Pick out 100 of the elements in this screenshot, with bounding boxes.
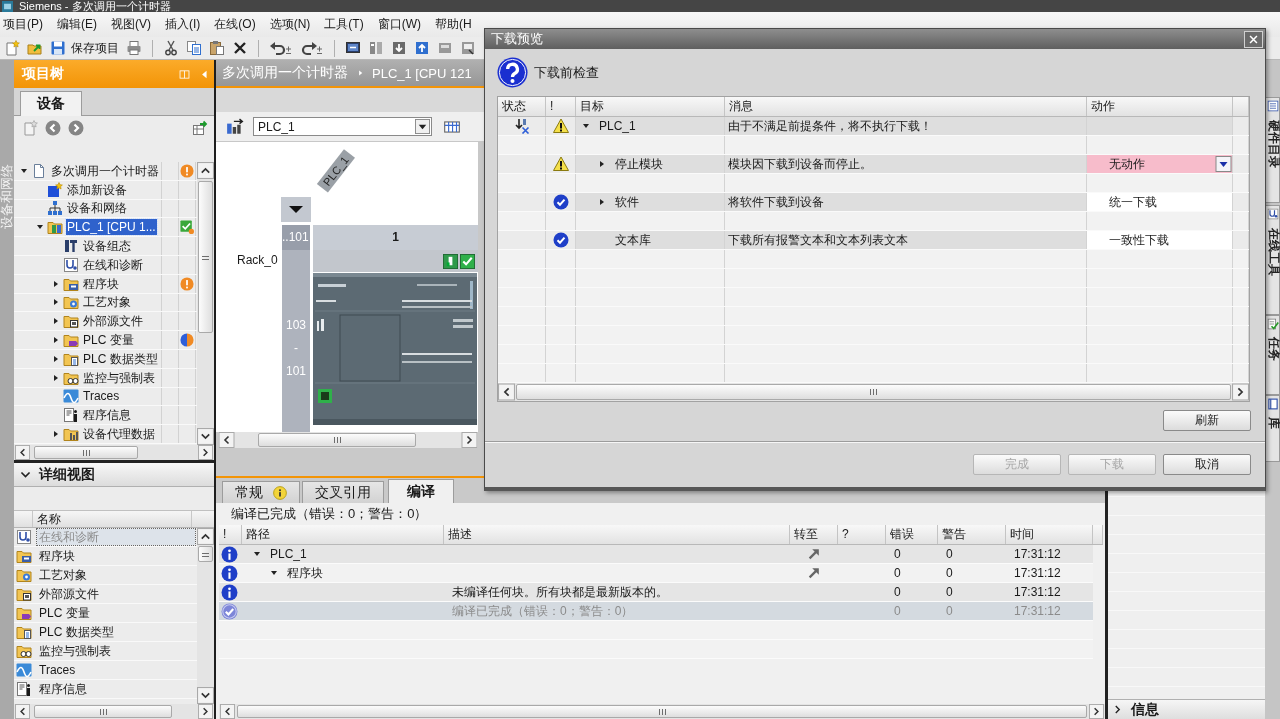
details-item[interactable]: 程序信息 (37, 681, 89, 697)
close-button[interactable] (1244, 30, 1263, 48)
tab[interactable]: 交叉引用 (302, 481, 384, 503)
column-header[interactable]: 目标 (576, 97, 725, 116)
upload-icon[interactable] (414, 40, 430, 56)
tree-item[interactable]: 程序信息 (82, 407, 132, 424)
collapsed-arrow-icon[interactable] (598, 198, 606, 206)
message-row[interactable]: PLC_1 0 0 17:31:12 (219, 545, 1093, 564)
message-row[interactable]: 未编译任何块。所有块都是最新版本的。 0 0 17:31:12 (219, 583, 1093, 602)
collapsed-arrow-icon[interactable] (52, 317, 60, 326)
scrollbar-thumb[interactable] (198, 546, 213, 562)
tree-item[interactable]: 设备代理数据 (82, 426, 156, 443)
column-header[interactable]: 状态 (498, 97, 546, 116)
info-section-header[interactable]: 信息 (1108, 699, 1265, 719)
action-select[interactable]: 统一下载 (1087, 193, 1233, 211)
tree-item[interactable]: 添加新设备 (66, 181, 128, 198)
tree-item[interactable]: 程序块 (82, 275, 120, 292)
goto-arrow-icon[interactable] (807, 566, 821, 580)
scroll-left-button[interactable] (219, 704, 236, 719)
scroll-down-button[interactable] (197, 687, 214, 704)
column-header[interactable]: 转至 (790, 525, 838, 544)
message-row[interactable]: 程序块 0 0 17:31:12 (219, 564, 1093, 583)
scroll-right-button[interactable] (461, 432, 478, 448)
scroll-left-button[interactable] (218, 432, 235, 448)
tree-item[interactable]: PLC 变量 (82, 332, 135, 349)
horizontal-scrollbar[interactable] (498, 383, 1249, 401)
horizontal-scrollbar[interactable] (219, 704, 1105, 719)
menu-item[interactable]: 选项(N) (269, 16, 311, 33)
scroll-left-button[interactable] (498, 383, 515, 401)
menu-item[interactable]: 视图(V) (111, 16, 151, 33)
save-project-button[interactable]: 保存项目 (50, 39, 119, 57)
column-header[interactable]: ! (546, 97, 576, 116)
column-header[interactable]: ? (838, 525, 886, 544)
scrollbar-thumb[interactable] (237, 705, 1087, 718)
scroll-down-button[interactable] (197, 428, 214, 445)
collapsed-arrow-icon[interactable] (52, 373, 60, 382)
tree-item[interactable]: 监控与强制表 (82, 369, 156, 386)
details-item[interactable]: PLC 数据类型 (37, 624, 116, 640)
download-icon[interactable] (391, 40, 407, 56)
scroll-right-button[interactable] (1088, 704, 1105, 719)
rack-collapse-button[interactable] (281, 197, 311, 222)
menu-item[interactable]: 插入(I) (165, 16, 201, 33)
horizontal-scrollbar[interactable] (218, 432, 478, 448)
forward-icon[interactable] (68, 120, 84, 136)
collapsed-arrow-icon[interactable] (52, 298, 60, 307)
scrollbar-thumb[interactable] (258, 433, 416, 447)
tree-item[interactable]: 外部源文件 (82, 313, 144, 330)
menu-item[interactable]: 在线(O) (214, 16, 256, 33)
horizontal-scrollbar[interactable] (14, 445, 214, 460)
column-header[interactable]: 动作 (1087, 97, 1233, 116)
tree-item[interactable]: 工艺对象 (82, 294, 132, 311)
device-icon[interactable] (460, 40, 476, 56)
tree-item[interactable]: PLC_1 [CPU 1... (66, 219, 157, 236)
network-view-icon[interactable] (226, 117, 244, 136)
scrollbar-thumb[interactable] (34, 446, 138, 459)
details-item[interactable]: PLC 变量 (37, 605, 92, 621)
cut-icon[interactable] (163, 40, 179, 56)
column-header[interactable]: 时间 (1006, 525, 1093, 544)
tree-item[interactable]: 在线和诊断 (82, 256, 144, 273)
table-row[interactable]: 文本库 下载所有报警文本和文本列表文本 一致性下载 (498, 231, 1249, 250)
print-icon[interactable] (126, 40, 142, 56)
expanded-arrow-icon[interactable] (582, 122, 590, 130)
column-header[interactable]: 错误 (886, 525, 938, 544)
column-header[interactable]: 路径 (242, 525, 444, 544)
action-select[interactable]: 无动作 (1087, 155, 1233, 173)
scroll-right-button[interactable] (197, 704, 214, 719)
expanded-arrow-icon[interactable] (20, 166, 28, 175)
expanded-arrow-icon[interactable] (253, 550, 261, 558)
copy-icon[interactable] (186, 40, 202, 56)
table-row[interactable]: 软件 将软件下载到设备 统一下载 (498, 193, 1249, 212)
goto-arrow-icon[interactable] (807, 547, 821, 561)
collapsed-arrow-icon[interactable] (52, 354, 60, 363)
column-header[interactable]: ! (219, 525, 242, 544)
scroll-left-button[interactable] (14, 445, 31, 460)
table-arrow-icon[interactable] (192, 120, 208, 136)
menu-item[interactable]: 项目(P) (3, 16, 43, 33)
paste-icon[interactable] (209, 40, 225, 56)
device-select[interactable]: PLC_1 (253, 117, 432, 136)
tree-item[interactable]: 多次调用一个计时器 (50, 162, 160, 179)
column-header[interactable]: 描述 (444, 525, 790, 544)
tab[interactable]: 编译 (388, 479, 454, 503)
scroll-up-button[interactable] (197, 528, 214, 545)
tree-item[interactable]: 设备组态 (82, 238, 132, 255)
menu-item[interactable]: 帮助(H (435, 16, 472, 33)
table-row[interactable]: PLC_1 由于不满足前提条件，将不执行下载！ (498, 117, 1249, 136)
scroll-right-button[interactable] (197, 445, 214, 460)
menu-item[interactable]: 窗口(W) (377, 16, 421, 33)
redo-icon[interactable] (300, 40, 324, 56)
column-header[interactable]: 消息 (725, 97, 1087, 116)
collapsed-arrow-icon[interactable] (52, 279, 60, 288)
undo-icon[interactable] (269, 40, 293, 56)
menu-item[interactable]: 编辑(E) (57, 16, 97, 33)
tab[interactable]: 常规 (222, 481, 300, 503)
scroll-up-button[interactable] (197, 162, 214, 179)
column-header[interactable]: 警告 (938, 525, 1006, 544)
tab[interactable]: 设备 (20, 91, 82, 116)
collapsed-arrow-icon[interactable] (598, 160, 606, 168)
scroll-left-button[interactable] (14, 704, 31, 719)
collapsed-arrow-icon[interactable] (52, 336, 60, 345)
panel-header[interactable]: 详细视图 (14, 463, 214, 487)
